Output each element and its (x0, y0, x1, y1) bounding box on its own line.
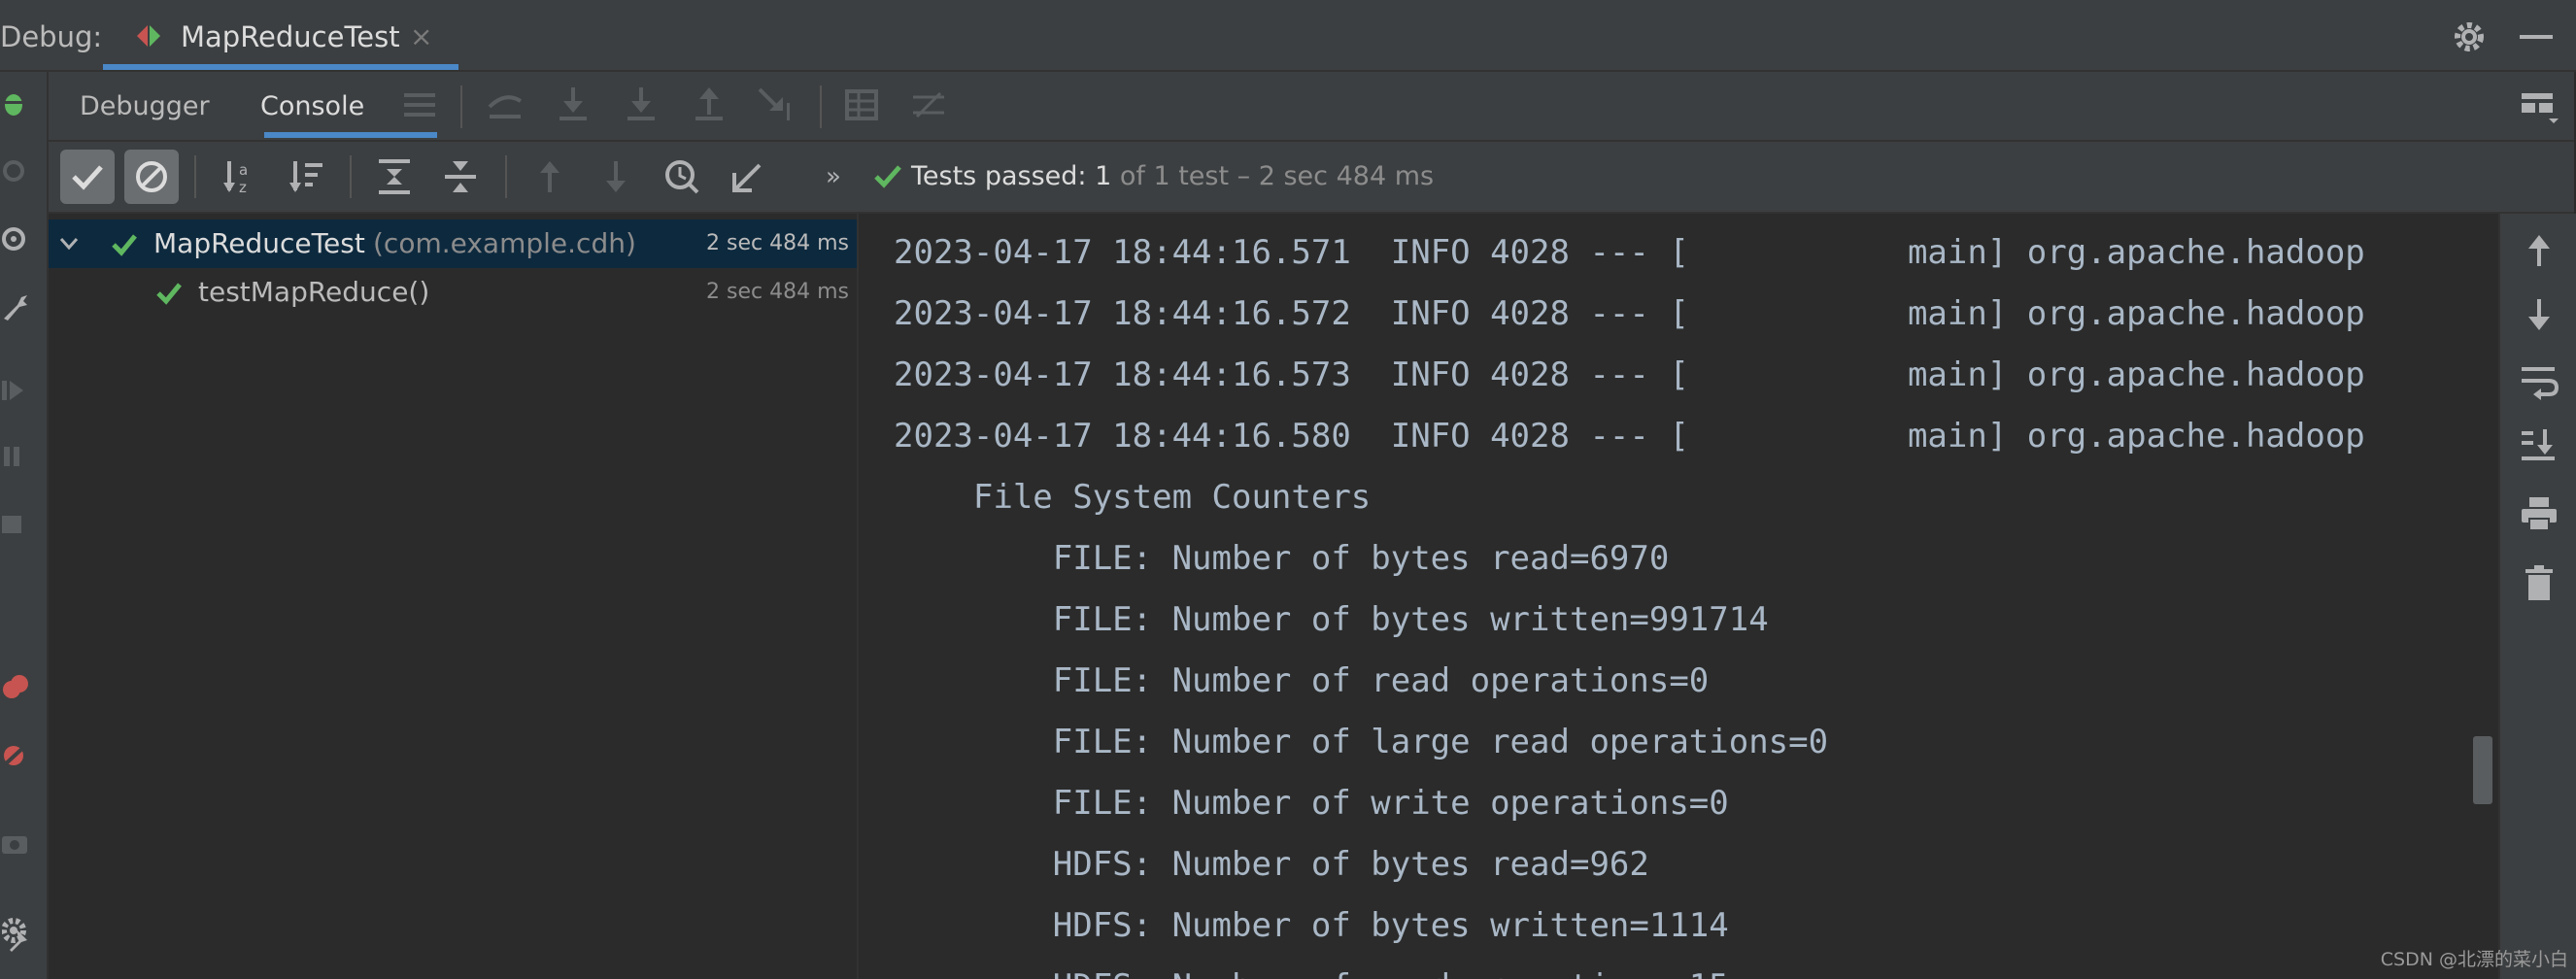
console-output[interactable]: 2023-04-17 18:44:16.571 INFO 4028 --- [ … (859, 214, 2496, 979)
console-scrollbar-thumb[interactable] (2473, 736, 2492, 804)
separator (460, 85, 462, 128)
console-counter-line: FILE: Number of write operations=0 (894, 784, 1729, 823)
tree-node-root[interactable]: MapReduceTest (com.example.cdh) 2 sec 48… (49, 219, 857, 268)
console-counter-line: HDFS: Number of read operations=15 (894, 967, 1729, 979)
wrench-icon[interactable] (2, 291, 33, 322)
thread-icon[interactable] (2, 223, 33, 254)
tests-status-prefix: Tests passed: (911, 161, 1096, 191)
active-tab-indicator (103, 64, 458, 70)
next-failed-icon[interactable] (596, 157, 635, 196)
stop-icon[interactable] (2, 509, 33, 540)
tests-passed-count: 1 (1095, 161, 1112, 191)
console-counter-line: FILE: Number of bytes read=6970 (894, 539, 1670, 578)
gear-icon[interactable] (2450, 17, 2489, 56)
console-counter-line: FILE: Number of bytes written=991714 (894, 600, 1769, 639)
console-log-line: 2023-04-17 18:44:16.572 INFO 4028 --- [ … (894, 294, 2365, 333)
rerun-icon[interactable] (2, 155, 33, 186)
show-ignored-button[interactable] (124, 150, 179, 204)
debug-label: Debug: (0, 20, 103, 53)
breakpoints-icon[interactable] (2, 672, 33, 703)
show-passed-button[interactable] (60, 150, 115, 204)
tree-root-package: (com.example.cdh) (373, 227, 636, 259)
bug-icon[interactable] (2, 87, 33, 118)
console-side-toolbar (2498, 214, 2576, 979)
watermark: CSDN @北漂的菜小白 (2380, 949, 2568, 970)
tree-node-child[interactable]: testMapReduce() 2 sec 484 ms (49, 268, 857, 317)
ignored-icon (136, 161, 167, 192)
run-tab-title: MapReduceTest (181, 20, 400, 53)
separator (350, 155, 352, 198)
console-counter-line: HDFS: Number of bytes written=1114 (894, 906, 1729, 945)
console-log-line: 2023-04-17 18:44:16.580 INFO 4028 --- [ … (894, 417, 2365, 456)
tests-status-detail: of 1 test – 2 sec 484 ms (1111, 161, 1435, 191)
tab-console[interactable]: Console (260, 72, 364, 140)
check-icon (156, 283, 182, 305)
console-group-header: File System Counters (894, 478, 1372, 517)
test-runner-toolbar: az » Tests passed: 1 of 1 test – 2 sec 4… (49, 142, 2574, 214)
collapse-all-icon[interactable] (441, 157, 480, 196)
mute-breakpoints-icon[interactable] (2, 740, 33, 771)
import-tests-icon[interactable] (729, 157, 767, 196)
console-counter-line: HDFS: Number of bytes read=962 (894, 845, 1649, 884)
check-icon (874, 165, 901, 188)
layout-menu-icon[interactable] (402, 87, 437, 122)
show-execution-point-icon[interactable] (488, 87, 525, 122)
test-class-icon (137, 25, 160, 47)
console-log-line: 2023-04-17 18:44:16.573 INFO 4028 --- [ … (894, 355, 2365, 394)
tree-root-name: MapReduceTest (153, 227, 365, 259)
check-icon (72, 165, 103, 190)
pause-icon[interactable] (2, 441, 33, 472)
svg-text:a: a (239, 161, 248, 179)
sort-alphabetically-icon[interactable]: az (221, 157, 260, 196)
tree-child-time: 2 sec 484 ms (706, 280, 849, 304)
debug-sub-tabs: Debugger Console (49, 72, 2574, 142)
console-counter-line: FILE: Number of read operations=0 (894, 661, 1710, 700)
trace-stream-icon[interactable] (911, 87, 948, 122)
minimize-icon[interactable] (2520, 35, 2553, 39)
console-log-line: 2023-04-17 18:44:16.571 INFO 4028 --- [ … (894, 233, 2365, 272)
pin-icon[interactable] (2, 925, 33, 956)
more-tools-icon[interactable]: » (826, 142, 841, 212)
step-over-icon[interactable] (556, 85, 591, 122)
run-config-tab[interactable]: MapReduceTest × (103, 0, 458, 70)
evaluate-expression-icon[interactable] (845, 87, 880, 122)
run-to-cursor-icon[interactable] (758, 85, 797, 124)
debug-side-toolbar (0, 72, 49, 979)
close-icon[interactable]: × (410, 0, 432, 74)
previous-failed-icon[interactable] (530, 157, 569, 196)
sort-by-duration-icon[interactable] (288, 157, 326, 196)
svg-text:z: z (239, 179, 247, 196)
camera-icon[interactable] (2, 827, 33, 859)
tests-status: Tests passed: 1 of 1 test – 2 sec 484 ms (874, 142, 1435, 212)
layout-settings-icon[interactable] (2520, 89, 2562, 124)
expand-all-icon[interactable] (375, 157, 414, 196)
separator (194, 155, 196, 198)
test-history-icon[interactable] (662, 157, 701, 196)
print-icon[interactable] (2520, 495, 2559, 534)
scroll-to-end-icon[interactable] (2520, 425, 2559, 464)
up-arrow-icon[interactable] (2520, 231, 2559, 270)
separator (820, 85, 822, 128)
chevron-down-icon[interactable] (58, 234, 80, 253)
check-icon (112, 234, 137, 256)
step-out-icon[interactable] (692, 85, 727, 122)
test-tree: MapReduceTest (com.example.cdh) 2 sec 48… (49, 214, 859, 979)
trash-icon[interactable] (2520, 563, 2559, 602)
console-counter-line: FILE: Number of large read operations=0 (894, 723, 1829, 761)
tree-child-name: testMapReduce() (198, 276, 430, 308)
down-arrow-icon[interactable] (2520, 295, 2559, 334)
tab-debugger[interactable]: Debugger (80, 72, 210, 140)
soft-wrap-icon[interactable] (2520, 361, 2559, 400)
tree-root-time: 2 sec 484 ms (706, 231, 849, 255)
separator (505, 155, 507, 198)
resume-icon[interactable] (2, 375, 33, 406)
step-into-icon[interactable] (624, 85, 659, 122)
active-tab-indicator (264, 132, 437, 138)
